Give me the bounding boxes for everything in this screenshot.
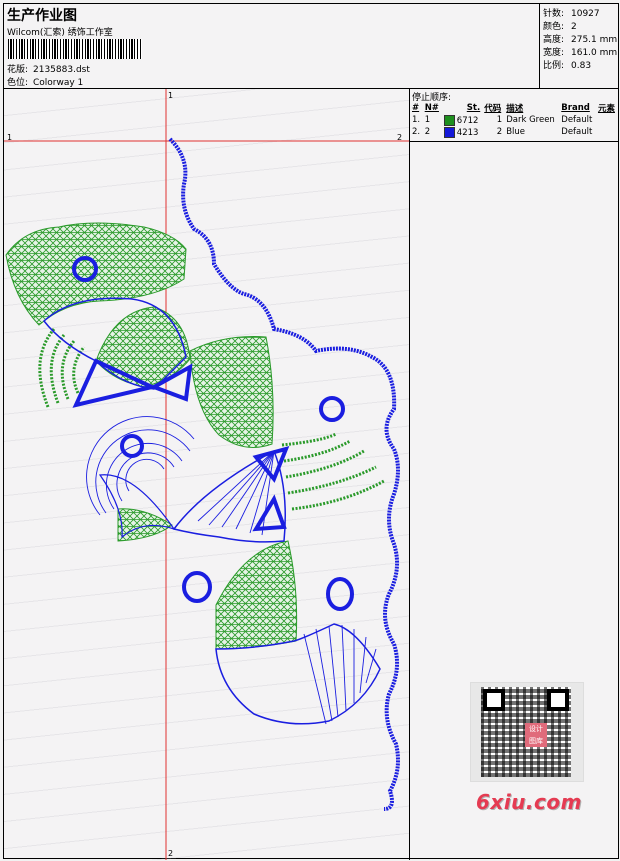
col-element: 元素 xyxy=(597,103,615,114)
embroidery-design xyxy=(4,89,409,860)
barcode-image xyxy=(8,39,142,59)
guide-v-start-label: 1 xyxy=(168,91,174,100)
stat-width: 宽度: 161.0 mm xyxy=(543,48,618,58)
design-label: 花版: xyxy=(7,65,29,75)
table-header-row: # N# St. 代码 描述 Brand 元素 xyxy=(410,101,618,114)
design-stats-panel: 针数: 10927 颜色: 2 高度: 275.1 mm 宽度: 161.0 mm 比例… xyxy=(540,4,618,89)
table-divider xyxy=(410,141,618,142)
col-num: # xyxy=(412,102,420,113)
green-arc-stripes-right xyxy=(281,432,385,511)
green-arc-stripes-left xyxy=(38,328,86,408)
col-code: 代码 xyxy=(484,103,502,114)
page-title: 生产作业图 xyxy=(7,8,77,24)
stat-height: 高度: 275.1 mm xyxy=(543,35,618,45)
stop-sequence-table: # N# St. 代码 描述 Brand 元素 1. 1 6712 1 Dark… xyxy=(410,101,618,138)
colorway-value: Colorway 1 xyxy=(33,78,84,88)
col-st: St. xyxy=(466,102,481,113)
col-brand: Brand xyxy=(561,102,590,113)
guide-h-start-label: 1 xyxy=(7,133,13,142)
stat-scale: 比例: 0.83 xyxy=(543,61,592,71)
company-name: Wilcom(汇索) 绣饰工作室 xyxy=(7,28,113,38)
col-desc: 描述 xyxy=(506,103,524,114)
col-n: N# xyxy=(424,102,439,113)
guide-v-end-label: 2 xyxy=(168,849,174,858)
green-fill-small xyxy=(117,508,173,542)
qr-code-image: 设计 图库 xyxy=(481,687,571,777)
green-fill-bottom xyxy=(215,540,298,650)
qr-badge: 设计 图库 xyxy=(525,723,547,747)
colorway-row: 色位: Colorway 1 xyxy=(7,75,83,88)
embroidery-preview-canvas[interactable]: 1 1 2 2 xyxy=(4,89,410,860)
color-swatch-blue xyxy=(443,126,455,138)
blue-ring-motifs xyxy=(72,256,354,611)
design-row: 花版: 2135883.dst xyxy=(7,62,90,75)
watermark-brand-text: 6xiu.com xyxy=(476,790,582,814)
color-swatch-green xyxy=(443,114,455,126)
blue-fan-lines-bottom xyxy=(303,624,377,725)
stat-stitches: 针数: 10927 xyxy=(543,9,600,19)
design-value: 2135883.dst xyxy=(33,65,90,75)
guide-h-end-label: 2 xyxy=(397,133,403,142)
blue-concentric-arcs xyxy=(86,416,195,516)
colorway-label: 色位: xyxy=(7,78,29,88)
qr-code-watermark: 设计 图库 xyxy=(470,682,584,782)
stat-colors: 颜色: 2 xyxy=(543,22,577,32)
table-row[interactable]: 2. 2 4213 2 Blue Default xyxy=(410,126,618,138)
header-info-panel: 生产作业图 Wilcom(汇索) 绣饰工作室 花版: 2135883.dst 色位… xyxy=(4,4,540,89)
green-fill-right xyxy=(189,336,274,448)
table-row[interactable]: 1. 1 6712 1 Dark Green Default xyxy=(410,114,618,126)
